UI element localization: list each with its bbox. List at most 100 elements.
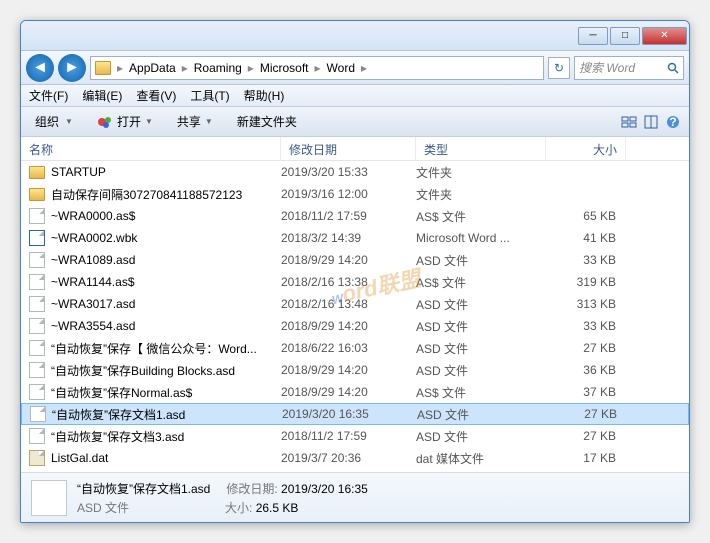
share-button[interactable]: 共享 ▼: [171, 110, 219, 133]
help-button[interactable]: ?: [665, 114, 681, 130]
chevron-down-icon: ▼: [205, 117, 213, 126]
file-type: ASD 文件: [416, 340, 546, 357]
header-type[interactable]: 类型: [416, 137, 546, 160]
file-size: 313 KB: [546, 297, 626, 311]
file-row[interactable]: ListGal.dat2019/3/7 20:36dat 媒体文件17 KB: [21, 447, 689, 469]
file-row[interactable]: ~WRA1144.as$2018/2/16 13:38AS$ 文件319 KB: [21, 271, 689, 293]
header-size[interactable]: 大小: [546, 137, 626, 160]
file-name: “自动恢复”保存文档3.asd: [51, 428, 184, 445]
file-list: 名称 修改日期 类型 大小 STARTUP2019/3/20 15:33文件夹自…: [21, 137, 689, 472]
file-row[interactable]: ~WRA0000.as$ 2018/11/2 17:59AS$ 文件65 KB: [21, 205, 689, 227]
chevron-right-icon: ▸: [248, 61, 254, 75]
titlebar: ─ □ ✕: [21, 21, 689, 51]
details-date: 2019/3/20 16:35: [281, 482, 368, 496]
file-date: 2018/6/22 16:03: [281, 341, 416, 355]
file-type: 文件夹: [416, 186, 546, 203]
file-type: ASD 文件: [416, 428, 546, 445]
open-label: 打开: [117, 113, 141, 130]
menu-edit[interactable]: 编辑(E): [82, 87, 122, 104]
explorer-window: ─ □ ✕ ◄ ► ▸ AppData ▸ Roaming ▸ Microsof…: [20, 20, 690, 523]
breadcrumb-item[interactable]: AppData: [125, 59, 180, 77]
refresh-button[interactable]: ↻: [548, 57, 570, 79]
chevron-right-icon: ▸: [315, 61, 321, 75]
file-type: Microsoft Word ...: [416, 231, 546, 245]
file-name: ListGal.dat: [51, 451, 108, 465]
chevron-right-icon: ▸: [182, 61, 188, 75]
file-row[interactable]: ~WRA3554.asd2018/9/29 14:20ASD 文件33 KB: [21, 315, 689, 337]
chevron-right-icon: ▸: [361, 61, 367, 75]
file-date: 2018/2/16 13:38: [281, 275, 416, 289]
navbar: ◄ ► ▸ AppData ▸ Roaming ▸ Microsoft ▸ Wo…: [21, 51, 689, 85]
header-name[interactable]: 名称: [21, 137, 281, 160]
menu-tools[interactable]: 工具(T): [190, 87, 229, 104]
file-size: 36 KB: [546, 363, 626, 377]
breadcrumb-item[interactable]: Microsoft: [256, 59, 313, 77]
forward-button[interactable]: ►: [58, 54, 86, 82]
file-date: 2018/9/29 14:20: [281, 363, 416, 377]
breadcrumb[interactable]: ▸ AppData ▸ Roaming ▸ Microsoft ▸ Word ▸: [90, 56, 544, 80]
file-date: 2019/3/7 20:36: [281, 451, 416, 465]
file-row[interactable]: “自动恢复”保存Building Blocks.asd2018/9/29 14:…: [21, 359, 689, 381]
details-filename: “自动恢复”保存文档1.asd: [77, 480, 210, 497]
file-size: 65 KB: [546, 209, 626, 223]
file-name: STARTUP: [51, 165, 106, 179]
search-input[interactable]: 搜索 Word: [574, 56, 684, 80]
file-row[interactable]: 自动保存间隔3072708411885721232019/3/16 12:00文…: [21, 183, 689, 205]
minimize-button[interactable]: ─: [578, 27, 608, 45]
file-type: ASD 文件: [416, 318, 546, 335]
file-row[interactable]: “自动恢复”保存文档3.asd2018/11/2 17:59ASD 文件27 K…: [21, 425, 689, 447]
file-type: ASD 文件: [417, 406, 547, 423]
file-row[interactable]: “自动恢复”保存Normal.as$2018/9/29 14:20AS$ 文件3…: [21, 381, 689, 403]
close-button[interactable]: ✕: [642, 27, 687, 45]
menu-help[interactable]: 帮助(H): [244, 87, 285, 104]
file-icon: [29, 428, 45, 444]
file-size: 33 KB: [546, 253, 626, 267]
file-type: AS$ 文件: [416, 208, 546, 225]
file-type: ASD 文件: [416, 296, 546, 313]
file-size: 41 KB: [546, 231, 626, 245]
breadcrumb-item[interactable]: Word: [323, 59, 359, 77]
file-date: 2018/9/29 14:20: [281, 319, 416, 333]
file-date: 2019/3/20 16:35: [282, 407, 417, 421]
header-date[interactable]: 修改日期: [281, 137, 416, 160]
file-row[interactable]: ~WRA0002.wbk2018/3/2 14:39Microsoft Word…: [21, 227, 689, 249]
file-icon: [29, 340, 45, 356]
file-name: “自动恢复”保存文档1.asd: [52, 406, 185, 423]
file-row[interactable]: “自动恢复”保存【 微信公众号：Word...2018/6/22 16:03AS…: [21, 337, 689, 359]
chevron-down-icon: ▼: [145, 117, 153, 126]
menu-view[interactable]: 查看(V): [136, 87, 176, 104]
file-type: 文件夹: [416, 164, 546, 181]
file-name: ~WRA1144.as$: [51, 275, 135, 289]
folder-icon: [29, 166, 45, 179]
svg-text:?: ?: [669, 115, 676, 129]
breadcrumb-item[interactable]: Roaming: [190, 59, 246, 77]
file-icon: [30, 406, 46, 422]
menubar: 文件(F) 编辑(E) 查看(V) 工具(T) 帮助(H): [21, 85, 689, 107]
organize-button[interactable]: 组织 ▼: [29, 110, 79, 133]
file-type: ASD 文件: [416, 252, 546, 269]
preview-pane-button[interactable]: [643, 114, 659, 130]
open-button[interactable]: 打开 ▼: [91, 110, 159, 133]
view-options-button[interactable]: [621, 114, 637, 130]
maximize-button[interactable]: □: [610, 27, 640, 45]
file-row[interactable]: ~WRA3017.asd2018/2/16 13:48ASD 文件313 KB: [21, 293, 689, 315]
file-name: ~WRA0000.as$: [51, 209, 135, 223]
file-name: “自动恢复”保存Normal.as$: [51, 384, 192, 401]
file-type: AS$ 文件: [416, 274, 546, 291]
file-row[interactable]: “自动恢复”保存文档1.asd 2019/3/20 16:35ASD 文件27 K…: [21, 403, 689, 425]
file-icon: [29, 208, 45, 224]
file-date: 2018/11/2 17:59: [281, 209, 416, 223]
toolbar: 组织 ▼ 打开 ▼ 共享 ▼ 新建文件夹 ?: [21, 107, 689, 137]
back-button[interactable]: ◄: [26, 54, 54, 82]
file-type: ASD 文件: [416, 362, 546, 379]
menu-file[interactable]: 文件(F): [29, 87, 68, 104]
file-size: 33 KB: [546, 319, 626, 333]
file-row[interactable]: STARTUP2019/3/20 15:33文件夹: [21, 161, 689, 183]
file-thumbnail-icon: [31, 480, 67, 516]
details-size: 26.5 KB: [256, 501, 299, 515]
word-icon: [29, 230, 45, 246]
file-row[interactable]: ~WRA1089.asd2018/9/29 14:20ASD 文件33 KB: [21, 249, 689, 271]
chevron-down-icon: ▼: [65, 117, 73, 126]
file-size: 27 KB: [547, 407, 627, 421]
new-folder-button[interactable]: 新建文件夹: [231, 110, 303, 133]
